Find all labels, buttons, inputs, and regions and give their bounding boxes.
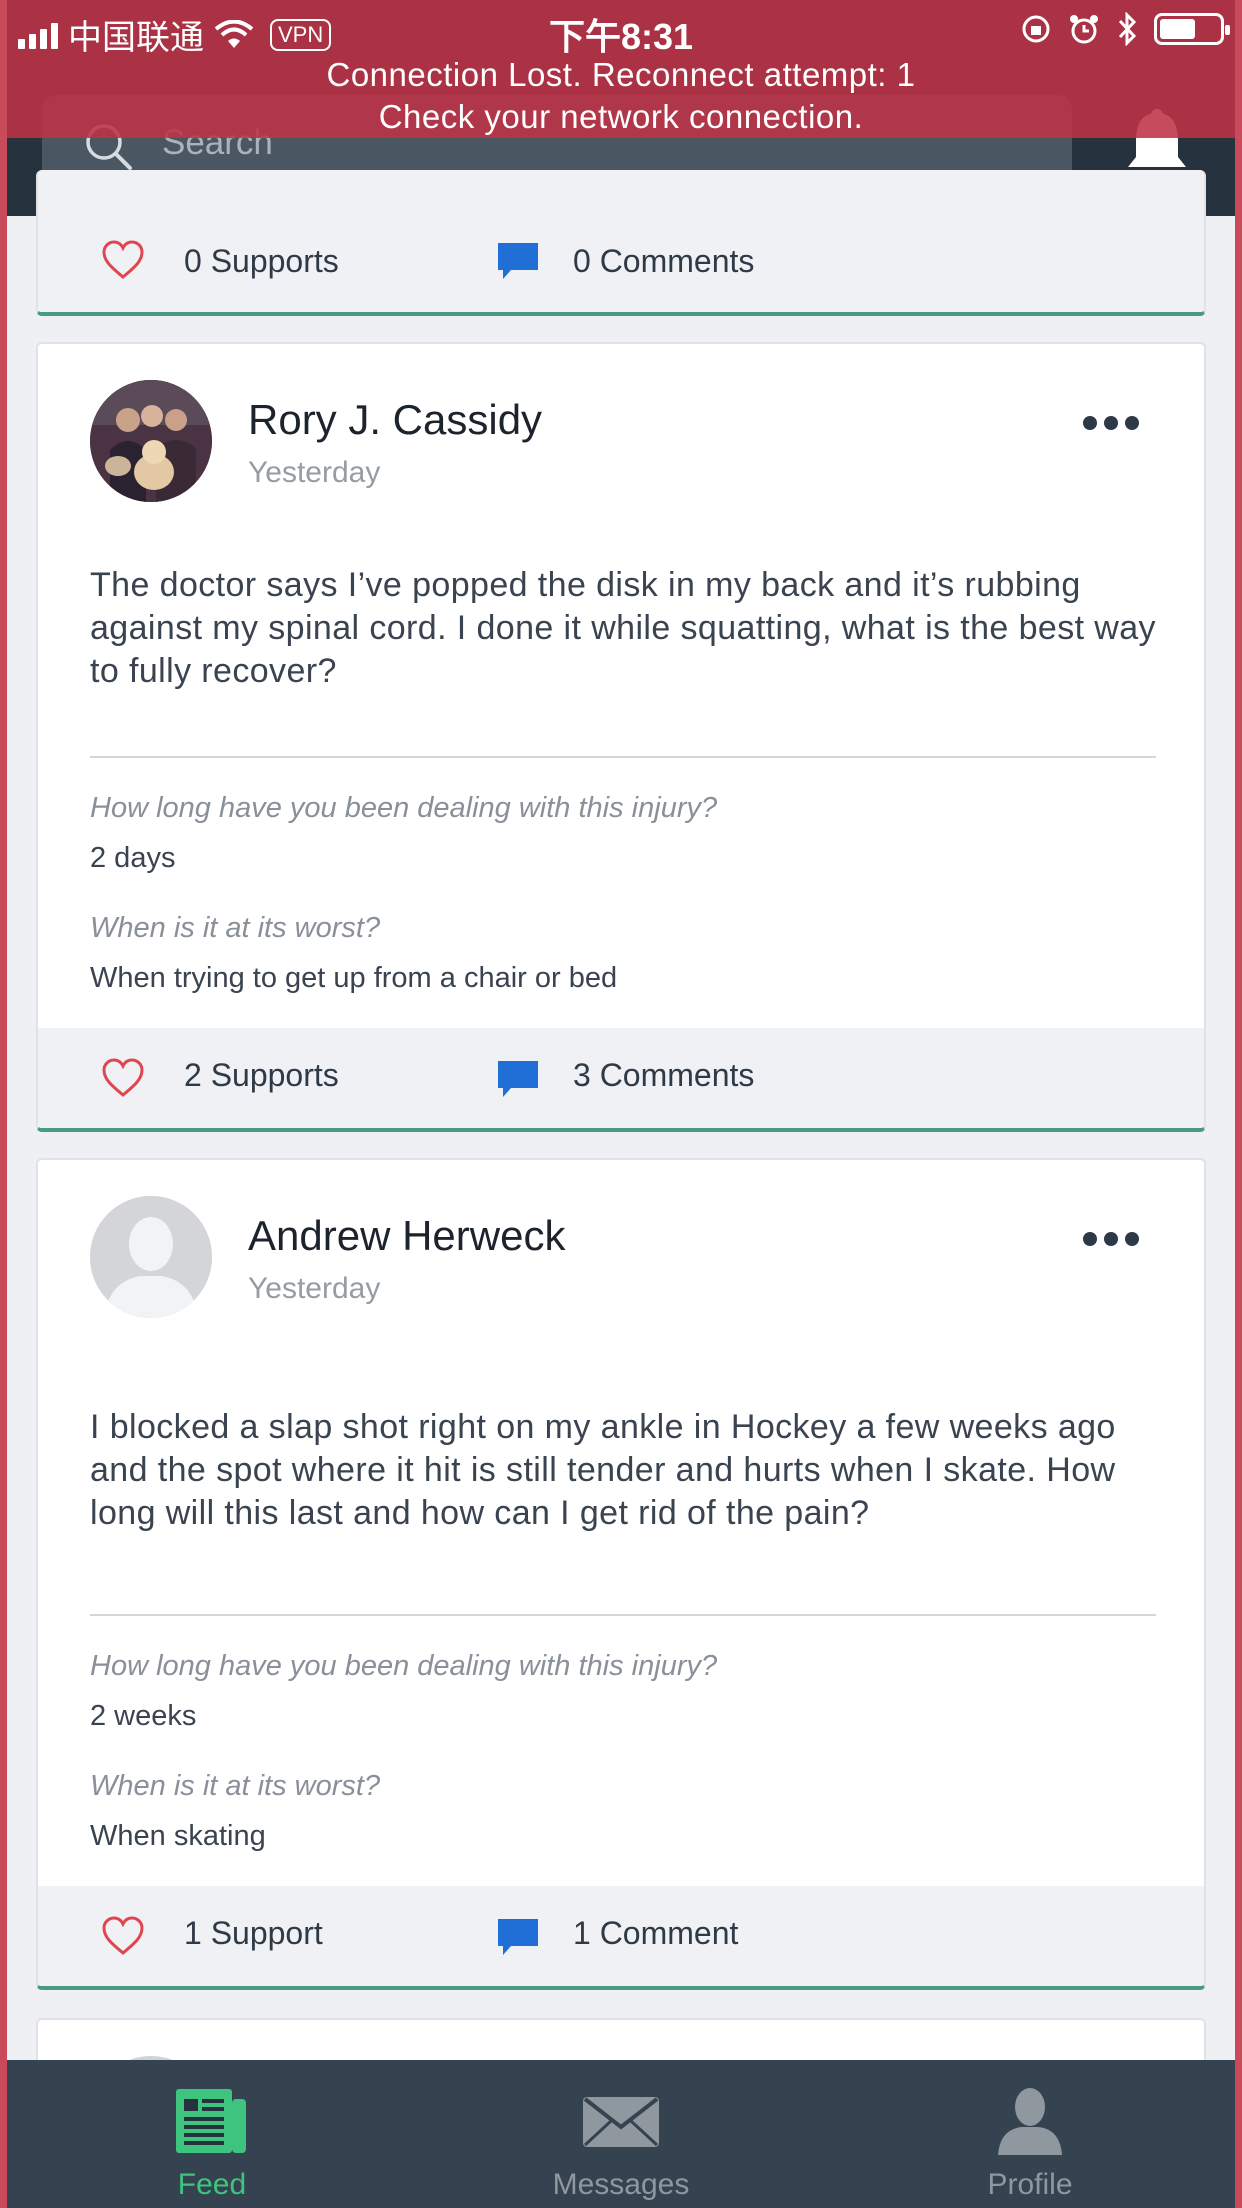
tab-messages[interactable]: Messages: [471, 2060, 771, 2208]
post-actions: 2 Supports 3 Comments: [38, 1028, 1204, 1128]
tab-profile[interactable]: Profile: [880, 2060, 1180, 2208]
alarm-icon: [1070, 15, 1098, 44]
banner-line-1: Connection Lost. Reconnect attempt: 1: [326, 56, 916, 93]
post-card: 0 Supports 0 Comments: [36, 170, 1206, 316]
comment-icon[interactable]: [495, 240, 541, 282]
post-actions: 0 Supports 0 Comments: [38, 170, 1204, 312]
tab-feed[interactable]: Feed: [62, 2060, 362, 2208]
comments-count[interactable]: 0 Comments: [573, 243, 754, 280]
tab-label: Messages: [552, 2168, 690, 2201]
answer-worst: When trying to get up from a chair or be…: [90, 962, 618, 994]
tab-bar: Feed Messages Profile: [7, 2060, 1235, 2208]
answer-worst: When skating: [90, 1820, 266, 1852]
comments-count[interactable]: 3 Comments: [573, 1057, 754, 1094]
person-icon: [998, 2088, 1062, 2155]
post-card: Andrew Herweck Yesterday I blocked a sla…: [36, 1158, 1206, 1990]
app-frame: Search 0 Supports 0 Comments Rory J. Cas…: [7, 0, 1235, 2208]
comments-count[interactable]: 1 Comment: [573, 1915, 738, 1952]
more-options-icon[interactable]: [1083, 1232, 1139, 1246]
avatar[interactable]: [90, 1196, 212, 1318]
battery-level: [1160, 19, 1195, 39]
banner-line-2: Check your network connection.: [378, 98, 864, 135]
post-text: The doctor says I’ve popped the disk in …: [90, 566, 1156, 690]
bluetooth-icon: [1118, 12, 1137, 46]
question-worst: When is it at its worst?: [90, 912, 381, 944]
default-avatar-icon: [90, 1196, 212, 1318]
post-card: Rory J. Cassidy Yesterday The doctor say…: [36, 342, 1206, 1132]
heart-icon[interactable]: [101, 1916, 145, 1956]
supports-count[interactable]: 0 Supports: [184, 243, 339, 280]
comment-icon[interactable]: [495, 1058, 541, 1100]
answer-duration: 2 weeks: [90, 1700, 197, 1732]
rotation-lock-icon: [1022, 15, 1050, 43]
post-time: Yesterday: [248, 1272, 381, 1305]
post-text: I blocked a slap shot right on my ankle …: [90, 1408, 1116, 1532]
divider: [90, 756, 1156, 758]
battery-icon: [1154, 13, 1230, 45]
avatar-photo: [90, 380, 212, 502]
newspaper-icon: [176, 2089, 246, 2153]
supports-count[interactable]: 1 Support: [184, 1915, 323, 1952]
post-actions: 1 Support 1 Comment: [38, 1886, 1204, 1986]
more-options-icon[interactable]: [1083, 416, 1139, 430]
heart-icon[interactable]: [101, 1058, 145, 1098]
connection-banner: 中国联通 VPN 下午8:31 Connection Lost. Reconne…: [7, 0, 1235, 138]
post-author[interactable]: Rory J. Cassidy: [248, 396, 542, 444]
comment-icon[interactable]: [495, 1916, 541, 1958]
supports-count[interactable]: 2 Supports: [184, 1057, 339, 1094]
envelope-icon: [583, 2097, 659, 2147]
question-worst: When is it at its worst?: [90, 1770, 381, 1802]
heart-icon[interactable]: [101, 240, 145, 280]
question-duration: How long have you been dealing with this…: [90, 1650, 718, 1682]
post-author[interactable]: Andrew Herweck: [248, 1212, 565, 1260]
status-right: [1020, 12, 1230, 46]
avatar[interactable]: [90, 380, 212, 502]
divider: [90, 1614, 1156, 1616]
post-time: Yesterday: [248, 456, 381, 489]
tab-label: Profile: [987, 2168, 1073, 2201]
tab-label: Feed: [177, 2168, 247, 2201]
answer-duration: 2 days: [90, 842, 176, 874]
question-duration: How long have you been dealing with this…: [90, 792, 718, 824]
